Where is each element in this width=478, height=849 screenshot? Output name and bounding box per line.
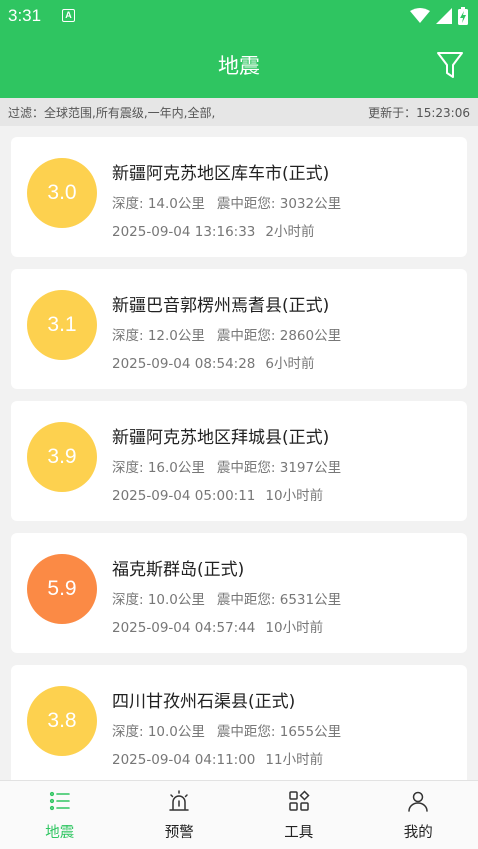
tab-earthquake[interactable]: 地震 — [0, 781, 120, 849]
earthquake-card[interactable]: 5.9 福克斯群岛(正式) 深度: 10.0公里 震中距您: 6531公里 202… — [11, 533, 467, 653]
earthquake-place: 福克斯群岛(正式) — [112, 560, 245, 580]
magnitude-badge: 3.8 — [27, 686, 97, 756]
status-bar: 3:31 A — [0, 0, 478, 32]
title-bar: 地震 — [0, 36, 478, 94]
filter-summary-text: 过滤：全球范围,所有震级,一年内,全部, — [8, 105, 216, 120]
earthquake-place: 新疆阿克苏地区拜城县(正式) — [112, 428, 330, 448]
distance-text: 震中距您: 2860公里 — [216, 328, 342, 344]
distance-text: 震中距您: 3197公里 — [216, 460, 342, 476]
earthquake-details: 深度: 14.0公里 震中距您: 3032公里 — [112, 192, 341, 212]
updated-time-text: 更新于：15:23:06 — [368, 105, 470, 120]
datetime-text: 2025-09-04 08:54:28 — [112, 356, 256, 372]
grid-icon — [289, 790, 310, 811]
magnitude-badge: 5.9 — [27, 554, 97, 624]
filter-summary-bar[interactable]: 过滤：全球范围,所有震级,一年内,全部, 更新于：15:23:06 — [0, 98, 478, 126]
earthquake-details: 深度: 16.0公里 震中距您: 3197公里 — [112, 456, 341, 476]
time-ago-text: 10小时前 — [265, 488, 324, 504]
time-ago-text: 11小时前 — [265, 752, 324, 768]
earthquake-place: 新疆阿克苏地区库车市(正式) — [112, 164, 330, 184]
app-notification-icon: A — [62, 9, 75, 22]
earthquake-card[interactable]: 3.1 新疆巴音郭楞州焉耆县(正式) 深度: 12.0公里 震中距您: 2860公… — [11, 269, 467, 389]
magnitude-badge: 3.9 — [27, 422, 97, 492]
earthquake-details: 深度: 10.0公里 震中距您: 1655公里 — [112, 720, 341, 740]
time-ago-text: 2小时前 — [265, 224, 315, 240]
earthquake-card[interactable]: 3.8 四川甘孜州石渠县(正式) 深度: 10.0公里 震中距您: 1655公里 … — [11, 665, 467, 780]
tab-mine[interactable]: 我的 — [359, 781, 478, 849]
datetime-text: 2025-09-04 05:00:11 — [112, 488, 256, 504]
filter-icon[interactable] — [436, 50, 464, 80]
magnitude-badge: 3.0 — [27, 158, 97, 228]
app-header: 3:31 A 地震 — [0, 0, 478, 98]
tab-label: 工具 — [284, 825, 314, 841]
battery-charging-icon — [458, 7, 468, 25]
earthquake-details: 深度: 10.0公里 震中距您: 6531公里 — [112, 588, 341, 608]
status-time: 3:31 — [8, 6, 42, 25]
earthquake-card[interactable]: 3.9 新疆阿克苏地区拜城县(正式) 深度: 16.0公里 震中距您: 3197公… — [11, 401, 467, 521]
depth-text: 深度: 12.0公里 — [112, 328, 205, 344]
earthquake-place: 新疆巴音郭楞州焉耆县(正式) — [112, 296, 330, 316]
user-icon — [408, 791, 428, 812]
alarm-icon — [169, 790, 189, 811]
earthquake-time: 2025-09-04 13:16:33 2小时前 — [112, 220, 314, 240]
earthquake-place: 四川甘孜州石渠县(正式) — [112, 692, 296, 712]
earthquake-time: 2025-09-04 04:57:44 10小时前 — [112, 616, 323, 636]
depth-text: 深度: 10.0公里 — [112, 724, 205, 740]
distance-text: 震中距您: 3032公里 — [216, 196, 342, 212]
wifi-icon — [410, 8, 430, 23]
earthquake-list[interactable]: 3.0 新疆阿克苏地区库车市(正式) 深度: 14.0公里 震中距您: 3032公… — [0, 126, 478, 780]
earthquake-time: 2025-09-04 05:00:11 10小时前 — [112, 484, 323, 504]
bottom-tab-bar: 地震 预警 工具 我的 — [0, 780, 478, 849]
tab-tools[interactable]: 工具 — [239, 781, 359, 849]
cell-signal-icon — [436, 8, 452, 24]
tab-label: 我的 — [403, 825, 433, 841]
list-icon — [49, 791, 70, 811]
earthquake-card[interactable]: 3.0 新疆阿克苏地区库车市(正式) 深度: 14.0公里 震中距您: 3032公… — [11, 137, 467, 257]
earthquake-time: 2025-09-04 08:54:28 6小时前 — [112, 352, 314, 372]
magnitude-badge: 3.1 — [27, 290, 97, 360]
depth-text: 深度: 14.0公里 — [112, 196, 205, 212]
time-ago-text: 10小时前 — [265, 620, 324, 636]
time-ago-text: 6小时前 — [265, 356, 315, 372]
tab-label: 预警 — [164, 825, 194, 841]
earthquake-time: 2025-09-04 04:11:00 11小时前 — [112, 748, 323, 768]
distance-text: 震中距您: 1655公里 — [216, 724, 342, 740]
depth-text: 深度: 10.0公里 — [112, 592, 205, 608]
status-indicators — [410, 6, 468, 26]
depth-text: 深度: 16.0公里 — [112, 460, 205, 476]
tab-label: 地震 — [45, 825, 75, 841]
page-title: 地震 — [218, 54, 260, 78]
tab-warning[interactable]: 预警 — [120, 781, 240, 849]
datetime-text: 2025-09-04 13:16:33 — [112, 224, 256, 240]
datetime-text: 2025-09-04 04:57:44 — [112, 620, 256, 636]
datetime-text: 2025-09-04 04:11:00 — [112, 752, 256, 768]
earthquake-details: 深度: 12.0公里 震中距您: 2860公里 — [112, 324, 341, 344]
distance-text: 震中距您: 6531公里 — [216, 592, 342, 608]
